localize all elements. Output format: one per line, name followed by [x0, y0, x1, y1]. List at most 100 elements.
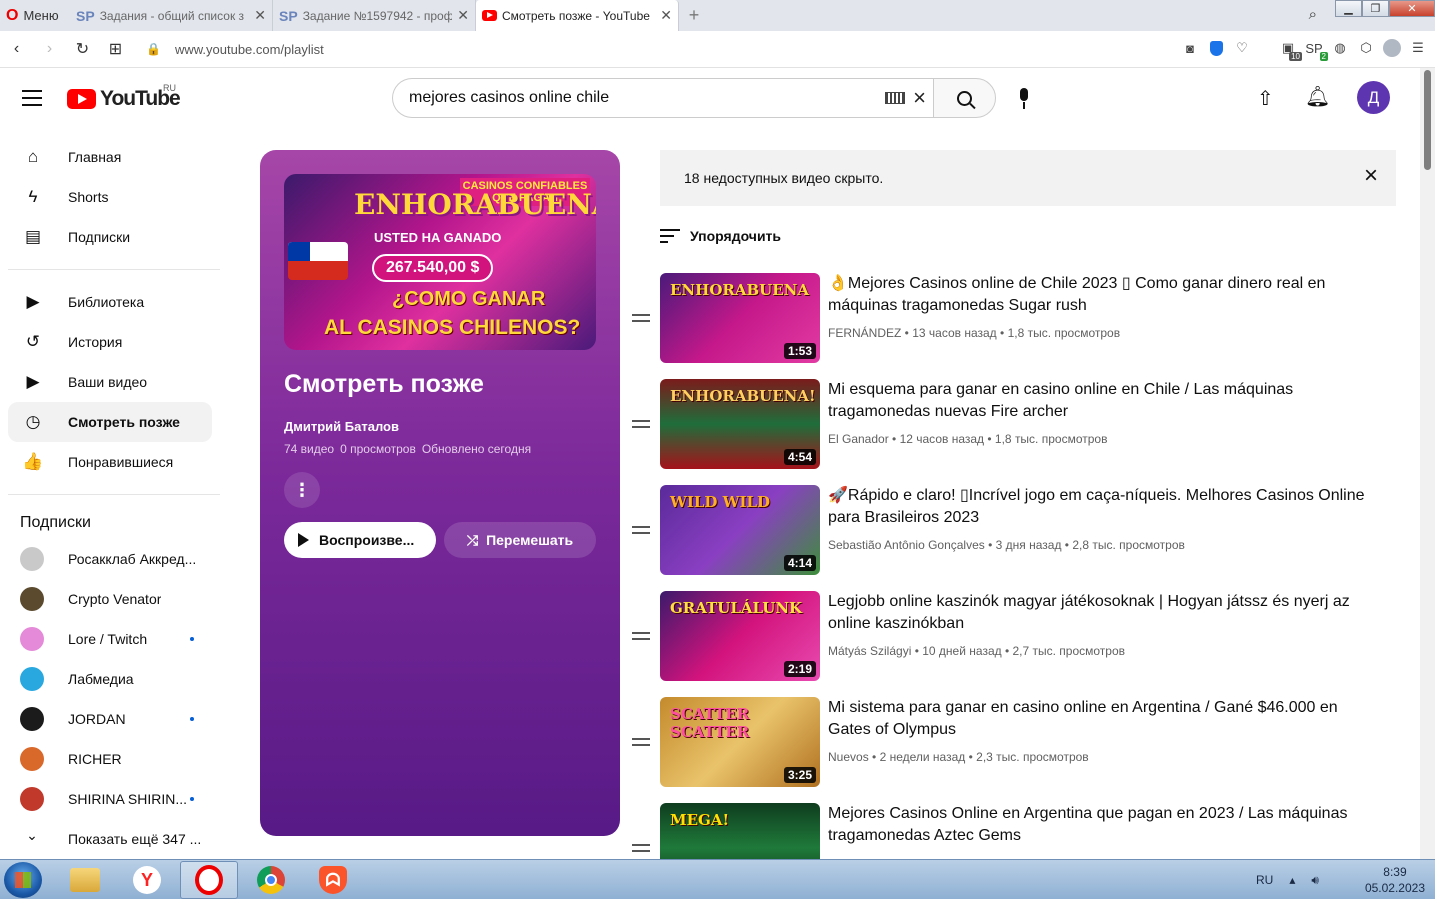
voice-search-icon[interactable]	[1015, 88, 1033, 110]
forward-icon[interactable]: ›	[33, 40, 66, 58]
video-title[interactable]: Mejores Casinos Online en Argentina que …	[828, 803, 1368, 847]
minimize-button[interactable]: ▁	[1335, 0, 1362, 17]
extension-icon[interactable]: ▣ 10	[1279, 39, 1302, 61]
close-icon[interactable]: ×	[1364, 164, 1378, 188]
sidebar-item-watch-later[interactable]: ◷ Смотреть позже	[8, 402, 212, 442]
video-thumbnail[interactable]: ENHORABUENA 1:53	[660, 273, 820, 363]
sp-extension-icon[interactable]: SP 2	[1305, 39, 1328, 61]
video-title[interactable]: 👌Mejores Casinos online de Chile 2023 ▯ …	[828, 273, 1368, 317]
video-thumbnail[interactable]: ENHORABUENA! 4:54	[660, 379, 820, 469]
taskbar-explorer[interactable]	[56, 861, 114, 899]
window-close-button[interactable]: ✕	[1389, 0, 1435, 17]
sidebar-item-home[interactable]: ⌂ Главная	[8, 137, 212, 177]
sidebar-item-library[interactable]: ▶ Библиотека	[8, 282, 212, 322]
globe-icon[interactable]: ◍	[1331, 39, 1349, 57]
playlist-video-row[interactable]: ENHORABUENA 1:53 👌Mejores Casinos online d…	[628, 272, 1408, 378]
playlist-video-row[interactable]: ENHORABUENA! 4:54 Mi esquema para ganar en…	[628, 378, 1408, 484]
taskbar-yandex[interactable]: Y	[118, 861, 176, 899]
sidebar-item-subscriptions[interactable]: ▤ Подписки	[8, 217, 212, 257]
video-channel[interactable]: El Ganador	[828, 432, 889, 446]
subscription-channel[interactable]: RICHER	[8, 739, 212, 779]
show-more-subscriptions[interactable]: ⌄ Показать ещё 347 ...	[8, 819, 212, 859]
clear-search-icon[interactable]: ×	[913, 87, 926, 109]
taskbar-opera[interactable]	[180, 861, 238, 899]
guide-menu-icon[interactable]	[22, 90, 42, 106]
upload-icon[interactable]: ⇧	[1257, 86, 1274, 111]
drag-handle-icon[interactable]	[632, 632, 650, 640]
browser-tab-2[interactable]: SP Задание №1597942 - проф ✕	[273, 0, 476, 31]
subscription-channel[interactable]: JORDAN	[8, 699, 212, 739]
playlist-thumbnail[interactable]: CASINOS CONFIABLES QUE PAGAN ENHORABUENA…	[284, 174, 596, 350]
search-query[interactable]: mejores casinos online chile	[409, 89, 885, 107]
more-actions-icon[interactable]: ⋮	[284, 472, 320, 508]
taskbar-brave[interactable]: ᗣ	[304, 861, 362, 899]
maximize-button[interactable]: ❐	[1362, 0, 1389, 17]
video-channel[interactable]: Nuevos	[828, 750, 869, 764]
video-channel[interactable]: Mátyás Szilágyi	[828, 644, 911, 658]
sidebar-item-history[interactable]: ↺ История	[8, 322, 212, 362]
browser-tab-1[interactable]: SP Задания - общий список з ✕	[70, 0, 273, 31]
tabs-grid-icon[interactable]: ⊞	[99, 39, 132, 59]
heart-icon[interactable]: ♡	[1233, 39, 1251, 57]
page-scrollbar[interactable]	[1420, 68, 1435, 859]
playlist-video-row[interactable]: SCATTER SCATTER 3:25 Mi sistema para ganar…	[628, 696, 1408, 802]
drag-handle-icon[interactable]	[632, 314, 650, 322]
video-title[interactable]: Mi esquema para ganar en casino online e…	[828, 379, 1368, 423]
subscription-channel[interactable]: SHIRINA SHIRIN...	[8, 779, 212, 819]
play-all-button[interactable]: Воспроизве...	[284, 522, 436, 558]
sort-button[interactable]: Упорядочить	[660, 228, 781, 244]
browser-tab-active[interactable]: Смотреть позже - YouTube ✕	[476, 0, 679, 31]
video-channel[interactable]: FERNÁNDEZ	[828, 326, 901, 340]
subscription-channel[interactable]: Crypto Venator	[8, 579, 212, 619]
opera-menu-button[interactable]: O Меню	[0, 0, 70, 31]
playlist-video-row[interactable]: GRATULÁLUNK 2:19 Legjobb online kaszinók m…	[628, 590, 1408, 696]
drag-handle-icon[interactable]	[632, 738, 650, 746]
video-title[interactable]: Legjobb online kaszinók magyar játékosok…	[828, 591, 1368, 635]
video-thumbnail[interactable]: SCATTER SCATTER 3:25	[660, 697, 820, 787]
volume-icon[interactable]: 🔊︎	[1311, 873, 1319, 888]
vpn-shield-icon[interactable]	[1207, 39, 1225, 57]
account-avatar[interactable]: Д	[1357, 81, 1390, 114]
tab-close-icon[interactable]: ✕	[457, 7, 469, 24]
search-button[interactable]	[933, 78, 996, 118]
start-button[interactable]	[4, 862, 42, 898]
playlist-video-row[interactable]: WILD WILD 4:14 🚀Rápido e claro! ▯Incrível …	[628, 484, 1408, 590]
keyboard-icon[interactable]	[885, 92, 906, 104]
subscription-channel[interactable]: Lore / Twitch	[8, 619, 212, 659]
yandex-browser-icon: Y	[133, 866, 161, 894]
subscription-channel[interactable]: Лабмедиа	[8, 659, 212, 699]
scrollbar-thumb[interactable]	[1424, 70, 1431, 170]
shuffle-button[interactable]: ⤮ Перемешать	[444, 522, 596, 558]
drag-handle-icon[interactable]	[632, 526, 650, 534]
drag-handle-icon[interactable]	[632, 844, 650, 852]
video-thumbnail[interactable]: WILD WILD 4:14	[660, 485, 820, 575]
tab-close-icon[interactable]: ✕	[660, 7, 672, 24]
cube-icon[interactable]: ⬡	[1357, 39, 1375, 57]
notifications-bell-icon[interactable]: 🔔︎	[1305, 84, 1330, 109]
video-thumbnail[interactable]: GRATULÁLUNK 2:19	[660, 591, 820, 681]
video-title[interactable]: Mi sistema para ganar en casino online e…	[828, 697, 1368, 741]
video-channel[interactable]: Sebastião Antônio Gonçalves	[828, 538, 985, 552]
reload-icon[interactable]: ↻	[66, 39, 99, 59]
easy-setup-icon[interactable]: ☰	[1409, 39, 1427, 57]
language-indicator[interactable]: RU	[1256, 873, 1273, 887]
sidebar-item-shorts[interactable]: ϟ Shorts	[8, 177, 212, 217]
profile-icon[interactable]	[1383, 39, 1401, 57]
subscription-channel[interactable]: Росакклаб Аккред...	[8, 539, 212, 579]
sidebar-item-your-videos[interactable]: ▶ Ваши видео	[8, 362, 212, 402]
sidebar-item-liked[interactable]: 👍 Понравившиеся	[8, 442, 212, 482]
playlist-owner[interactable]: Дмитрий Баталов	[284, 419, 596, 434]
back-icon[interactable]: ‹	[0, 40, 33, 58]
clock[interactable]: 8:39 05.02.2023	[1365, 864, 1425, 896]
url-field[interactable]: www.youtube.com/playlist	[175, 42, 324, 57]
drag-handle-icon[interactable]	[632, 420, 650, 428]
taskbar-chrome[interactable]	[242, 861, 300, 899]
tab-search-icon[interactable]: ⌕	[1309, 6, 1317, 23]
new-tab-button[interactable]: +	[679, 0, 709, 31]
search-input[interactable]: mejores casinos online chile ×	[392, 78, 934, 118]
tray-arrow-icon[interactable]: ▴	[1289, 873, 1295, 887]
tab-close-icon[interactable]: ✕	[254, 7, 266, 24]
camera-icon[interactable]: ◙	[1181, 39, 1199, 57]
lock-icon[interactable]: 🔒	[146, 42, 161, 56]
video-title[interactable]: 🚀Rápido e claro! ▯Incrível jogo em caça-…	[828, 485, 1368, 529]
